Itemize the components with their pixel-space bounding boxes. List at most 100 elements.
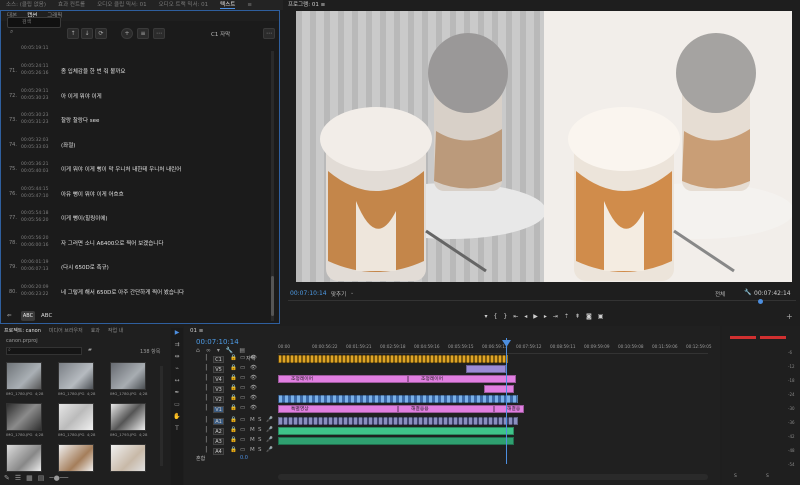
clip-v3[interactable] [484, 385, 514, 393]
razor-icon[interactable]: ⌁ [171, 364, 183, 376]
mic-icon[interactable]: 🎤 [266, 437, 273, 443]
camera-icon[interactable]: ◙ [586, 312, 592, 324]
prev-caption-button[interactable]: ↑ [67, 28, 79, 39]
caption-out-time[interactable]: 00:05:47:10 [21, 194, 48, 199]
track-header[interactable]: ▏ C1 🔒 ▭ 👁 [196, 355, 276, 364]
eye-icon[interactable]: 👁 [250, 365, 257, 371]
step-back-icon[interactable]: ◂ [524, 312, 527, 324]
track-header[interactable]: ▏ V2 🔒 ▭ 👁 [196, 395, 276, 404]
target-toggle-icon[interactable]: ▏ [206, 365, 210, 371]
caption-text[interactable]: (좌절) [61, 141, 75, 149]
sync-icon[interactable]: ▭ [240, 395, 245, 401]
track-header[interactable]: ▏ A2 🔒 ▭ M S 🎤 [196, 427, 276, 436]
track-header[interactable]: ▏ V3 🔒 ▭ 👁 [196, 385, 276, 394]
adjustment-layer-clip[interactable]: 조정레이어 [278, 375, 408, 383]
more-options-button[interactable]: ⋯ [263, 28, 275, 39]
collapse-icon[interactable]: ⇐ [7, 313, 12, 319]
lock-icon[interactable]: 🔒 [230, 405, 237, 411]
tab-work[interactable]: 작업 내 [108, 326, 123, 336]
target-toggle-icon[interactable]: ▏ [206, 405, 210, 411]
go-to-out-icon[interactable]: ⇥ [553, 312, 558, 324]
mute-icon[interactable]: M [250, 447, 255, 453]
sync-icon[interactable]: ▭ [240, 385, 245, 391]
tab-text[interactable]: 텍스트 [214, 0, 241, 10]
clip-v2[interactable] [278, 395, 518, 403]
sync-icon[interactable]: ▭ [240, 437, 245, 443]
tab-audio-clip-mixer[interactable]: 오디오 클립 믹서: 01 [91, 0, 153, 10]
caption-clips[interactable] [278, 355, 508, 363]
hand-icon[interactable]: ✋ [171, 412, 183, 424]
eye-icon[interactable]: 👁 [250, 375, 257, 381]
chevron-down-icon[interactable]: ⌄ [350, 290, 354, 296]
snap-icon[interactable]: ⌂ [196, 347, 200, 354]
audio-clip-a3[interactable] [278, 437, 514, 445]
marker-icon[interactable]: ▾ [485, 312, 488, 324]
caption-item[interactable]: 72. 00:05:29:11 00:05:30:23 아 이게 뭐야 이게 [5, 86, 267, 111]
caption-item[interactable]: 80. 00:06:20:09 00:06:23:22 네 그렇게 해서 650D로 … [5, 282, 267, 307]
type-icon[interactable]: T [171, 424, 183, 436]
mute-icon[interactable]: M [250, 417, 255, 423]
caption-out-time[interactable]: 00:06:07:13 [21, 267, 48, 272]
caption-text[interactable]: 이게 뭐야 이게 뻥이 막 우니처 내한테 우니처 내린어 [61, 165, 181, 173]
caption-item[interactable]: 00:05:19:11 [5, 43, 267, 61]
caption-out-time[interactable]: 00:05:56:20 [21, 218, 48, 223]
solo-icon[interactable]: S [258, 437, 262, 443]
caption-in-time[interactable]: 00:05:32:03 [21, 138, 48, 143]
project-item[interactable]: IMG_1780.JPG 4;28 [6, 403, 43, 437]
timeline-timecode[interactable]: 00:07:10:14 [196, 338, 239, 346]
caption-text[interactable]: 찰랑 찰랑다 see [61, 116, 99, 124]
lock-icon[interactable]: 🔒 [230, 395, 237, 401]
clip-v5[interactable] [466, 365, 506, 373]
next-caption-button[interactable]: ↓ [81, 28, 93, 39]
sync-icon[interactable]: ▭ [240, 447, 245, 453]
target-toggle-icon[interactable]: ▏ [206, 375, 210, 381]
mic-icon[interactable]: 🎤 [266, 447, 273, 453]
tab-audio-track-mixer[interactable]: 오디오 트랙 믹서: 01 [153, 0, 215, 10]
project-item[interactable]: IMG_1780.JPG 4;28 [6, 362, 43, 396]
caption-scrollbar[interactable] [271, 51, 274, 321]
sync-icon[interactable]: ▭ [240, 427, 245, 433]
track-name[interactable]: A2 [213, 428, 224, 435]
lock-icon[interactable]: 🔒 [230, 437, 237, 443]
caption-text[interactable]: (다시 650D로 촉규) [61, 263, 109, 271]
selection-tool-icon[interactable]: ▶ [171, 328, 183, 340]
extract-icon[interactable]: ⇞ [575, 312, 580, 324]
split-caption-button[interactable]: ≡ [137, 28, 149, 39]
merge-caption-button[interactable]: ⋯ [153, 28, 165, 39]
caption-out-time[interactable]: 00:05:31:23 [21, 120, 48, 125]
clip-v1[interactable]: 해결응 [494, 405, 524, 413]
track-name[interactable]: V2 [213, 396, 224, 403]
clip-v1[interactable]: 해결응용 [398, 405, 494, 413]
caption-in-time[interactable]: 00:05:54:18 [21, 211, 48, 216]
tab-effect-controls[interactable]: 효과 컨트롤 [52, 0, 91, 10]
wrench-icon[interactable]: 🔧 [744, 289, 751, 296]
track-name[interactable]: C1 [213, 356, 224, 363]
track-header[interactable]: ▏ A1 🔒 ▭ M S 🎤 [196, 417, 276, 426]
replace-button[interactable]: ⟳ [95, 28, 107, 39]
caption-out-time[interactable]: 00:05:26:16 [21, 71, 48, 76]
caption-out-time[interactable]: 00:06:23:22 [21, 292, 48, 297]
tab-source[interactable]: 소스: (클립 없음) [0, 0, 52, 10]
target-toggle-icon[interactable]: ▏ [206, 395, 210, 401]
caption-text[interactable]: 아 이게 뭐야 이게 [61, 92, 102, 100]
audio-clip-a1[interactable] [278, 417, 518, 425]
project-search-input[interactable] [6, 347, 82, 355]
track-header[interactable]: ▏ V5 🔒 ▭ 👁 [196, 365, 276, 374]
lock-icon[interactable]: 🔒 [230, 417, 237, 423]
track-header[interactable]: ▏ V4 🔒 ▭ 👁 [196, 375, 276, 384]
caption-text[interactable]: 좀 입체감을 한 번 줘 볼까요 [61, 67, 125, 75]
target-toggle-icon[interactable]: ▏ [206, 355, 210, 361]
case-toggle-button[interactable]: ABC [21, 311, 35, 321]
track-header[interactable]: ▏ V1 🔒 ▭ 👁 [196, 405, 276, 414]
track-name[interactable]: V3 [213, 386, 224, 393]
pencil-icon[interactable]: ✎ [4, 473, 10, 483]
sequence-tab[interactable]: 01 ≡ [190, 328, 203, 334]
add-button-icon[interactable]: + [786, 312, 793, 321]
mute-icon[interactable]: M [250, 427, 255, 433]
program-scrub-bar[interactable] [288, 299, 796, 308]
sync-icon[interactable]: ▭ [240, 375, 245, 381]
audio-clip-a2[interactable] [278, 427, 514, 435]
caption-item[interactable]: 79. 00:06:01:19 00:06:07:13 (다시 650D로 촉규) [5, 257, 267, 282]
caption-search-input[interactable]: 검색 [7, 17, 61, 28]
mic-icon[interactable]: 🎤 [266, 427, 273, 433]
